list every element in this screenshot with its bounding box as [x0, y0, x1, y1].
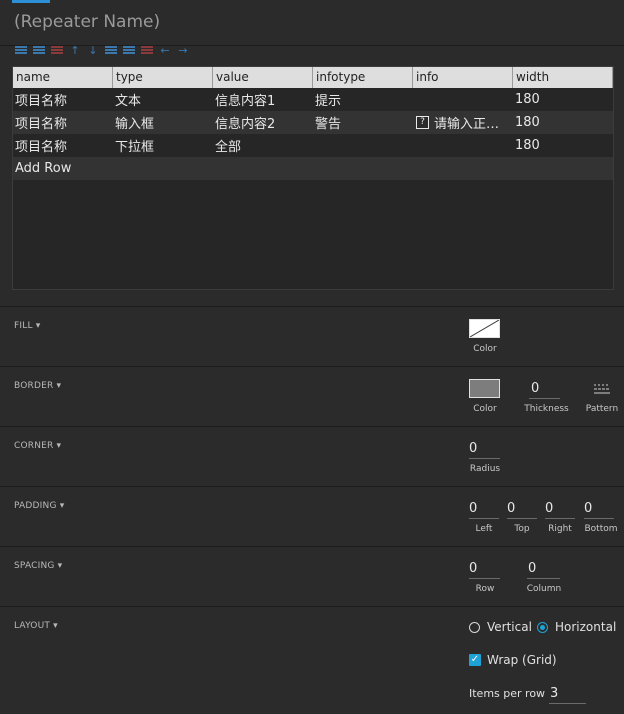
horizontal-radio[interactable] [537, 622, 548, 633]
delete-column-icon[interactable] [140, 44, 154, 56]
divider [0, 546, 624, 547]
border-thickness-input[interactable]: 0 [531, 381, 539, 396]
wrap-grid-checkbox[interactable]: ✓ [469, 654, 481, 666]
vertical-label[interactable]: Vertical [487, 620, 532, 634]
cell-name[interactable]: 项目名称 [13, 90, 113, 109]
items-per-row-input[interactable]: 3 [550, 686, 558, 701]
border-color-swatch[interactable] [469, 379, 500, 398]
table-row: 项目名称 文本 信息内容1 提示 180 [13, 88, 613, 111]
move-left-icon[interactable]: ← [158, 44, 172, 57]
input-underline [507, 518, 537, 519]
fill-color-label: Color [473, 344, 497, 354]
cell-info-text: 请输入正… [434, 117, 500, 132]
move-up-icon[interactable]: ↑ [68, 44, 82, 57]
cell-value[interactable]: 全部 [213, 136, 313, 155]
padding-section-toggle[interactable]: PADDING ▾ [14, 501, 64, 511]
fill-section-toggle[interactable]: FILL ▾ [14, 321, 40, 331]
padding-top-label: Top [514, 524, 530, 534]
column-header-info[interactable]: info [413, 67, 513, 88]
add-column-left-icon[interactable] [104, 44, 118, 56]
cell-type[interactable]: 文本 [113, 90, 213, 109]
padding-left-input[interactable]: 0 [469, 501, 477, 516]
spacing-column-label: Column [526, 584, 562, 594]
border-pattern-icon[interactable] [594, 383, 610, 394]
add-row-below-icon[interactable] [32, 44, 46, 56]
thickness-label: Thickness [524, 404, 569, 414]
padding-top-input[interactable]: 0 [507, 501, 515, 516]
padding-right-label: Right [548, 524, 572, 534]
top-tab-indicator [12, 0, 50, 3]
no-fill-icon [470, 320, 499, 337]
layout-section-toggle[interactable]: LAYOUT ▾ [14, 621, 58, 631]
pattern-label: Pattern [585, 404, 619, 414]
border-section-toggle[interactable]: BORDER ▾ [14, 381, 61, 391]
input-underline [545, 518, 575, 519]
column-header-width[interactable]: width [513, 67, 613, 88]
repeater-data-grid: name type value infotype info width 项目名称… [12, 66, 614, 290]
horizontal-label[interactable]: Horizontal [555, 620, 616, 634]
add-row-above-icon[interactable] [14, 44, 28, 56]
padding-right-input[interactable]: 0 [545, 501, 553, 516]
corner-section-toggle[interactable]: CORNER ▾ [14, 441, 61, 451]
cell-value[interactable]: 信息内容2 [213, 113, 313, 132]
cell-width[interactable]: 180 [513, 92, 613, 107]
vertical-radio[interactable] [469, 622, 480, 633]
spacing-row-label: Row [475, 584, 495, 594]
cell-name[interactable]: 项目名称 [13, 136, 113, 155]
delete-row-icon[interactable] [50, 44, 64, 56]
cell-infotype[interactable]: 提示 [313, 90, 413, 109]
table-row: 项目名称 下拉框 全部 180 [13, 134, 613, 157]
add-row-button[interactable]: Add Row [13, 157, 613, 180]
radius-label: Radius [469, 464, 501, 474]
items-per-row-label: Items per row [469, 687, 546, 700]
cell-width[interactable]: 180 [513, 138, 613, 153]
input-underline [584, 518, 614, 519]
padding-bottom-label: Bottom [584, 524, 618, 534]
divider [0, 486, 624, 487]
column-header-name[interactable]: name [13, 67, 113, 88]
padding-left-label: Left [475, 524, 493, 534]
input-underline [469, 458, 500, 459]
divider [0, 606, 624, 607]
cell-info[interactable]: ? 请输入正… [413, 113, 513, 132]
spacing-row-input[interactable]: 0 [469, 561, 477, 576]
repeater-name-field[interactable]: (Repeater Name) [14, 12, 160, 32]
repeater-toolbar: ↑ ↓ ← → [14, 44, 190, 57]
cell-name[interactable]: 项目名称 [13, 113, 113, 132]
input-underline [527, 578, 560, 579]
divider [0, 306, 624, 307]
spacing-column-input[interactable]: 0 [528, 561, 536, 576]
move-down-icon[interactable]: ↓ [86, 44, 100, 57]
column-header-infotype[interactable]: infotype [313, 67, 413, 88]
table-row: 项目名称 输入框 信息内容2 警告 ? 请输入正… 180 [13, 111, 613, 134]
input-underline [549, 703, 586, 704]
input-underline [529, 398, 560, 399]
cell-infotype[interactable]: 警告 [313, 113, 413, 132]
move-right-icon[interactable]: → [176, 44, 190, 57]
corner-radius-input[interactable]: 0 [469, 441, 477, 456]
input-underline [469, 578, 500, 579]
padding-bottom-input[interactable]: 0 [584, 501, 592, 516]
divider [0, 366, 624, 367]
grid-header: name type value infotype info width [13, 67, 613, 88]
fill-color-swatch[interactable] [469, 319, 500, 338]
spacing-section-toggle[interactable]: SPACING ▾ [14, 561, 62, 571]
cell-type[interactable]: 输入框 [113, 113, 213, 132]
input-underline [469, 518, 499, 519]
column-header-type[interactable]: type [113, 67, 213, 88]
wrap-grid-label[interactable]: Wrap (Grid) [487, 653, 557, 667]
cell-type[interactable]: 下拉框 [113, 136, 213, 155]
help-icon: ? [416, 116, 429, 129]
border-color-label: Color [473, 404, 497, 414]
column-header-value[interactable]: value [213, 67, 313, 88]
divider [0, 426, 624, 427]
cell-value[interactable]: 信息内容1 [213, 90, 313, 109]
cell-width[interactable]: 180 [513, 115, 613, 130]
add-column-right-icon[interactable] [122, 44, 136, 56]
